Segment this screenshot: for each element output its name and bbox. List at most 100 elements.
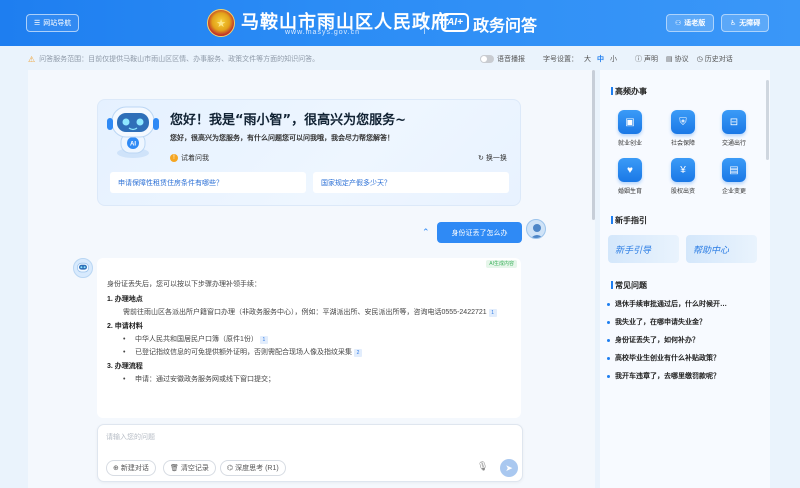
font-size-label: 字号设置：: [543, 56, 578, 63]
service-label: 社会保障: [670, 141, 695, 147]
faq-item[interactable]: 我开车违章了，去哪里缴罚款呢？: [607, 371, 720, 381]
service-label: 婚姻生育: [617, 189, 642, 195]
new-chat-label: 新建对话: [120, 465, 149, 472]
answer-section-title: 3. 办理流程: [107, 363, 143, 370]
answer-intro: 身份证丢失后，您可以按以下步骤办理补领手续：: [107, 281, 261, 288]
accessibility-button[interactable]: ♿ 无障碍: [721, 14, 770, 32]
svg-text:AI: AI: [130, 142, 136, 148]
shield-icon: ⛨: [671, 110, 695, 134]
refresh-suggestions-button[interactable]: ↻ 换一换: [478, 153, 507, 163]
service-label: 企业变更: [721, 189, 746, 195]
faq-item[interactable]: 身份证丢失了，如何补办？: [607, 335, 699, 345]
document-icon: ▤: [722, 158, 746, 182]
bus-icon: ⊟: [722, 110, 746, 134]
faq-text: 我开车违章了，去哪里缴罚款呢？: [615, 373, 720, 380]
accessibility-label: 无障碍: [739, 20, 761, 27]
service-label: 就业创业: [617, 141, 642, 147]
faq-item[interactable]: 退休手续审批通过后，什么时候开…: [607, 299, 727, 309]
service-marriage[interactable]: ♥ 婚姻生育: [611, 158, 649, 195]
gov-url: www.masys.gov.cn: [285, 29, 360, 36]
send-button[interactable]: ➤: [500, 459, 518, 477]
voice-toggle[interactable]: [480, 55, 494, 63]
suggestion-chip[interactable]: 国家规定产假多少天？: [313, 172, 509, 193]
answer-section-body: 需前往雨山区各派出所户籍窗口办理（非政务服务中心），例如：平湖派出所、安民派出所…: [107, 306, 511, 319]
font-size-medium[interactable]: 中: [597, 54, 604, 64]
chat-scrollbar[interactable]: [592, 70, 595, 220]
site-nav-button[interactable]: ☰ 网站导航: [26, 14, 80, 32]
national-emblem-logo: ★: [207, 9, 235, 37]
try-ask-text: 试着问我: [181, 155, 209, 162]
clear-history-label: 清空记录: [180, 465, 209, 472]
notice-text: 问答服务范围：目前仅提供马鞍山市雨山区区情、办事服务、政策文件等方面的知识问答。: [39, 56, 320, 63]
faq-text: 高校毕业生创业有什么补贴政策？: [615, 355, 720, 362]
service-equity[interactable]: ¥ 股权出资: [664, 158, 702, 195]
service-label: 股权出资: [670, 189, 695, 195]
history-link[interactable]: 历史对话: [705, 54, 733, 64]
refresh-label: 换一换: [485, 155, 507, 162]
services-section-title: 高频办事: [611, 86, 647, 97]
welcome-title: 您好！我是“雨小智”，很高兴为您服务~: [170, 113, 406, 128]
font-size-small[interactable]: 小: [610, 54, 617, 64]
answer-section-title: 2. 申请材料: [107, 323, 143, 330]
welcome-subtitle: 您好，很高兴为您服务，有什么问题您可以问我哦，我会尽力帮您解答！: [170, 135, 394, 142]
faq-text: 我失业了，在哪申请失业金？: [615, 319, 706, 326]
font-size-large[interactable]: 大: [584, 54, 591, 64]
bot-avatar: [73, 258, 93, 278]
service-enterprise-change[interactable]: ▤ 企业变更: [715, 158, 753, 195]
faq-item[interactable]: 我失业了，在哪申请失业金？: [607, 317, 706, 327]
accessibility-icon: ♿: [730, 20, 737, 27]
reference-marker[interactable]: 1: [488, 309, 497, 317]
elderly-mode-button[interactable]: ⚇ 适老版: [666, 14, 715, 32]
new-chat-button[interactable]: ⊕ 新建对话: [106, 460, 156, 476]
robot-mascot-icon: AI: [107, 106, 159, 158]
answer-bullet: • 已登记指纹信息的可免提供额外证明，否则需配合现场人像及指纹采集 2: [107, 346, 511, 359]
top-header: ☰ 网站导航 ★ 马鞍山市雨山区人民政府 www.masys.gov.cn AI…: [0, 0, 800, 46]
answer-text: 申请：通过安徽政务服务网或线下窗口提交；: [135, 376, 275, 383]
service-employment[interactable]: ▣ 就业创业: [611, 110, 649, 147]
guide-section-title: 新手指引: [611, 215, 647, 226]
question-input[interactable]: [97, 424, 523, 482]
statement-icon: ⓘ: [635, 56, 642, 63]
robot-icon: [77, 262, 89, 273]
ai-generated-tag: AI生成内容: [486, 260, 517, 268]
brain-icon: ⌬: [227, 465, 234, 472]
deep-think-button[interactable]: ⌬ 深度思考 (R1): [220, 460, 286, 476]
clear-history-button[interactable]: 🗑 清空记录: [163, 460, 216, 476]
faq-item[interactable]: 高校毕业生创业有什么补贴政策？: [607, 353, 720, 363]
help-center-card[interactable]: 帮助中心: [686, 235, 757, 263]
history-icon: ◷: [696, 56, 703, 63]
collapse-chevron-icon[interactable]: ⌃: [422, 227, 430, 238]
faq-text: 退休手续审批通过后，什么时候开…: [615, 301, 727, 308]
reference-marker[interactable]: 2: [354, 349, 362, 357]
trash-icon: 🗑: [170, 465, 179, 472]
input-placeholder: 请输入您的问题: [106, 434, 155, 441]
statement-link[interactable]: 声明: [644, 54, 658, 64]
product-title: 政务问答: [473, 16, 538, 35]
reference-marker[interactable]: 1: [259, 336, 268, 344]
warning-icon: ⚠: [28, 54, 36, 64]
elderly-icon: ⚇: [675, 20, 682, 27]
service-social-security[interactable]: ⛨ 社会保障: [664, 110, 702, 147]
beginner-guide-card[interactable]: 新手引导: [608, 235, 679, 263]
answer-text: 需前往雨山区各派出所户籍窗口办理（非政务服务中心），例如：平湖派出所、安民派出所…: [123, 309, 487, 316]
service-transport[interactable]: ⊟ 交通出行: [715, 110, 753, 147]
suggestion-chip[interactable]: 申请保障性租赁住房条件有哪些？: [110, 172, 306, 193]
sidebar-scrollbar[interactable]: [766, 80, 769, 160]
plus-icon: ⊕: [113, 465, 119, 472]
answer-bullet: • 中华人民共和国居民户口簿（原件1份） 1: [107, 333, 511, 346]
user-question-bubble: 身份证丢了怎么办: [437, 222, 522, 243]
agreement-link[interactable]: 协议: [675, 54, 689, 64]
agreement-icon: ▤: [666, 56, 673, 63]
header-divider: [424, 12, 425, 34]
faq-section-title: 常见问题: [611, 280, 647, 291]
try-ask-label: ! 试着问我: [170, 153, 209, 163]
answer-bullet: • 申请：通过安徽政务服务网或线下窗口提交；: [107, 373, 511, 386]
settings-bar: 语音播报 字号设置： 大 中 小 ⓘ 声明 ▤ 协议 ◷ 历史对话: [480, 49, 780, 69]
microphone-icon[interactable]: 🎙: [477, 461, 488, 472]
send-icon: ➤: [505, 462, 513, 473]
faq-text: 身份证丢失了，如何补办？: [615, 337, 699, 344]
bot-answer: AI生成内容 身份证丢失后，您可以按以下步骤办理补领手续： 1. 办理地点 需前…: [97, 258, 521, 418]
deep-think-label: 深度思考 (R1): [235, 465, 279, 472]
answer-text: 已登记指纹信息的可免提供额外证明，否则需配合现场人像及指纹采集: [135, 349, 352, 356]
lightbulb-icon: !: [170, 154, 178, 162]
